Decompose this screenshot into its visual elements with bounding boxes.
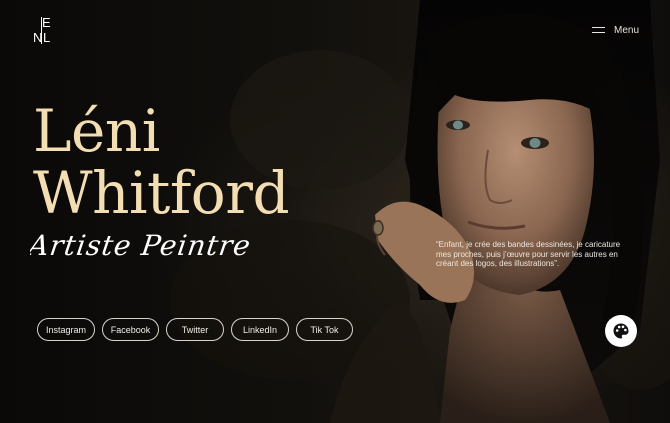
facebook-link[interactable]: Facebook — [102, 318, 159, 341]
palette-button[interactable] — [605, 315, 637, 347]
social-links: Instagram Facebook Twitter LinkedIn Tik … — [37, 318, 353, 341]
page-title: Léni Whitford — [33, 97, 290, 227]
instagram-link[interactable]: Instagram — [37, 318, 95, 341]
subtitle-text: Artiste Peintre — [30, 229, 253, 262]
linkedin-link[interactable]: LinkedIn — [231, 318, 289, 341]
title-first-name: Léni — [33, 97, 160, 165]
logo-letter-l: L — [43, 30, 51, 45]
logo-letter-n: N — [33, 30, 43, 45]
palette-icon — [613, 323, 629, 339]
logo[interactable]: E N L — [32, 14, 56, 44]
title-last-name: Whitford — [33, 159, 290, 227]
hamburger-icon — [592, 26, 605, 34]
twitter-link[interactable]: Twitter — [166, 318, 224, 341]
subtitle: Artiste Peintre — [30, 229, 253, 262]
artist-quote: “Enfant, je crée des bandes dessinées, j… — [436, 240, 621, 269]
logo-letter-e: E — [42, 15, 51, 30]
tiktok-link[interactable]: Tik Tok — [296, 318, 353, 341]
menu-label: Menu — [614, 24, 640, 36]
hero-section: E N L Menu Léni Whitford Artiste Peintre… — [0, 0, 670, 423]
menu-button[interactable]: Menu — [592, 22, 639, 38]
